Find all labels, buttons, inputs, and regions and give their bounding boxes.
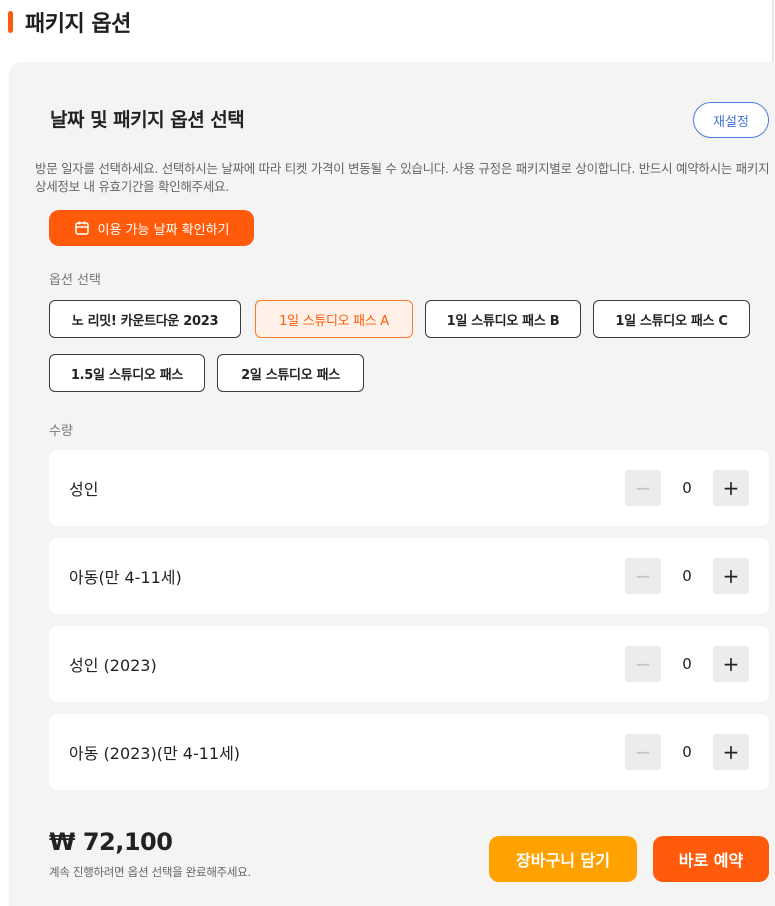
- quantity-value: 0: [682, 655, 692, 673]
- check-dates-label: 이용 가능 날짜 확인하기: [97, 222, 230, 238]
- quantity-row-adult-2023: 성인 (2023) − 0 +: [49, 626, 769, 702]
- quantity-row-adult: 성인 − 0 +: [49, 450, 769, 526]
- add-to-cart-button[interactable]: 장바구니 담기: [489, 836, 637, 882]
- calendar-icon: [74, 221, 89, 235]
- minus-icon[interactable]: −: [625, 470, 661, 506]
- section-title: 패키지 옵션: [25, 12, 131, 37]
- option-1-5day-pass[interactable]: 1.5일 스튜디오 패스: [49, 354, 205, 392]
- quantity-row-child-2023: 아동 (2023)(만 4-11세) − 0 +: [49, 714, 769, 790]
- quantity-row-child: 아동(만 4-11세) − 0 +: [49, 538, 769, 614]
- quantity-stepper: − 0 +: [625, 734, 749, 770]
- total-price: ₩ 72,100: [49, 828, 173, 856]
- quantity-label: 수량: [49, 424, 73, 439]
- quantity-stepper: − 0 +: [625, 646, 749, 682]
- quantity-value: 0: [682, 479, 692, 497]
- option-1day-pass-c[interactable]: 1일 스튜디오 패스 C: [593, 300, 750, 338]
- title-accent-bar: [8, 11, 13, 33]
- quantity-value: 0: [682, 743, 692, 761]
- plus-icon[interactable]: +: [713, 646, 749, 682]
- option-2day-pass[interactable]: 2일 스튜디오 패스: [217, 354, 364, 392]
- option-1day-pass-a[interactable]: 1일 스튜디오 패스 A: [255, 300, 413, 338]
- quantity-row-label: 성인 (2023): [69, 656, 157, 675]
- quantity-value: 0: [682, 567, 692, 585]
- minus-icon[interactable]: −: [625, 558, 661, 594]
- options-label: 옵션 선택: [49, 273, 101, 288]
- minus-icon[interactable]: −: [625, 734, 661, 770]
- package-options-panel: 날짜 및 패키지 옵션 선택 재설정 방문 일자를 선택하세요. 선택하시는 날…: [9, 62, 775, 906]
- section-header: 패키지 옵션: [8, 6, 131, 38]
- option-1day-pass-b[interactable]: 1일 스튜디오 패스 B: [425, 300, 581, 338]
- quantity-row-label: 아동 (2023)(만 4-11세): [69, 744, 241, 763]
- divider: [772, 0, 774, 62]
- price-note: 계속 진행하려면 옵션 선택을 완료해주세요.: [49, 865, 251, 879]
- plus-icon[interactable]: +: [713, 470, 749, 506]
- plus-icon[interactable]: +: [713, 734, 749, 770]
- reset-button[interactable]: 재설정: [693, 102, 769, 138]
- quantity-stepper: − 0 +: [625, 558, 749, 594]
- panel-heading: 날짜 및 패키지 옵션 선택: [50, 109, 245, 131]
- minus-icon[interactable]: −: [625, 646, 661, 682]
- check-dates-button[interactable]: 이용 가능 날짜 확인하기: [49, 210, 254, 246]
- description-text: 방문 일자를 선택하세요. 선택하시는 날짜에 따라 티켓 가격이 변동될 수 …: [35, 161, 770, 194]
- plus-icon[interactable]: +: [713, 558, 749, 594]
- quantity-row-label: 성인: [69, 480, 99, 499]
- option-no-limit-countdown-2023[interactable]: 노 리밋! 카운트다운 2023: [49, 300, 241, 338]
- book-now-button[interactable]: 바로 예약: [653, 836, 769, 882]
- quantity-stepper: − 0 +: [625, 470, 749, 506]
- quantity-row-label: 아동(만 4-11세): [69, 568, 182, 587]
